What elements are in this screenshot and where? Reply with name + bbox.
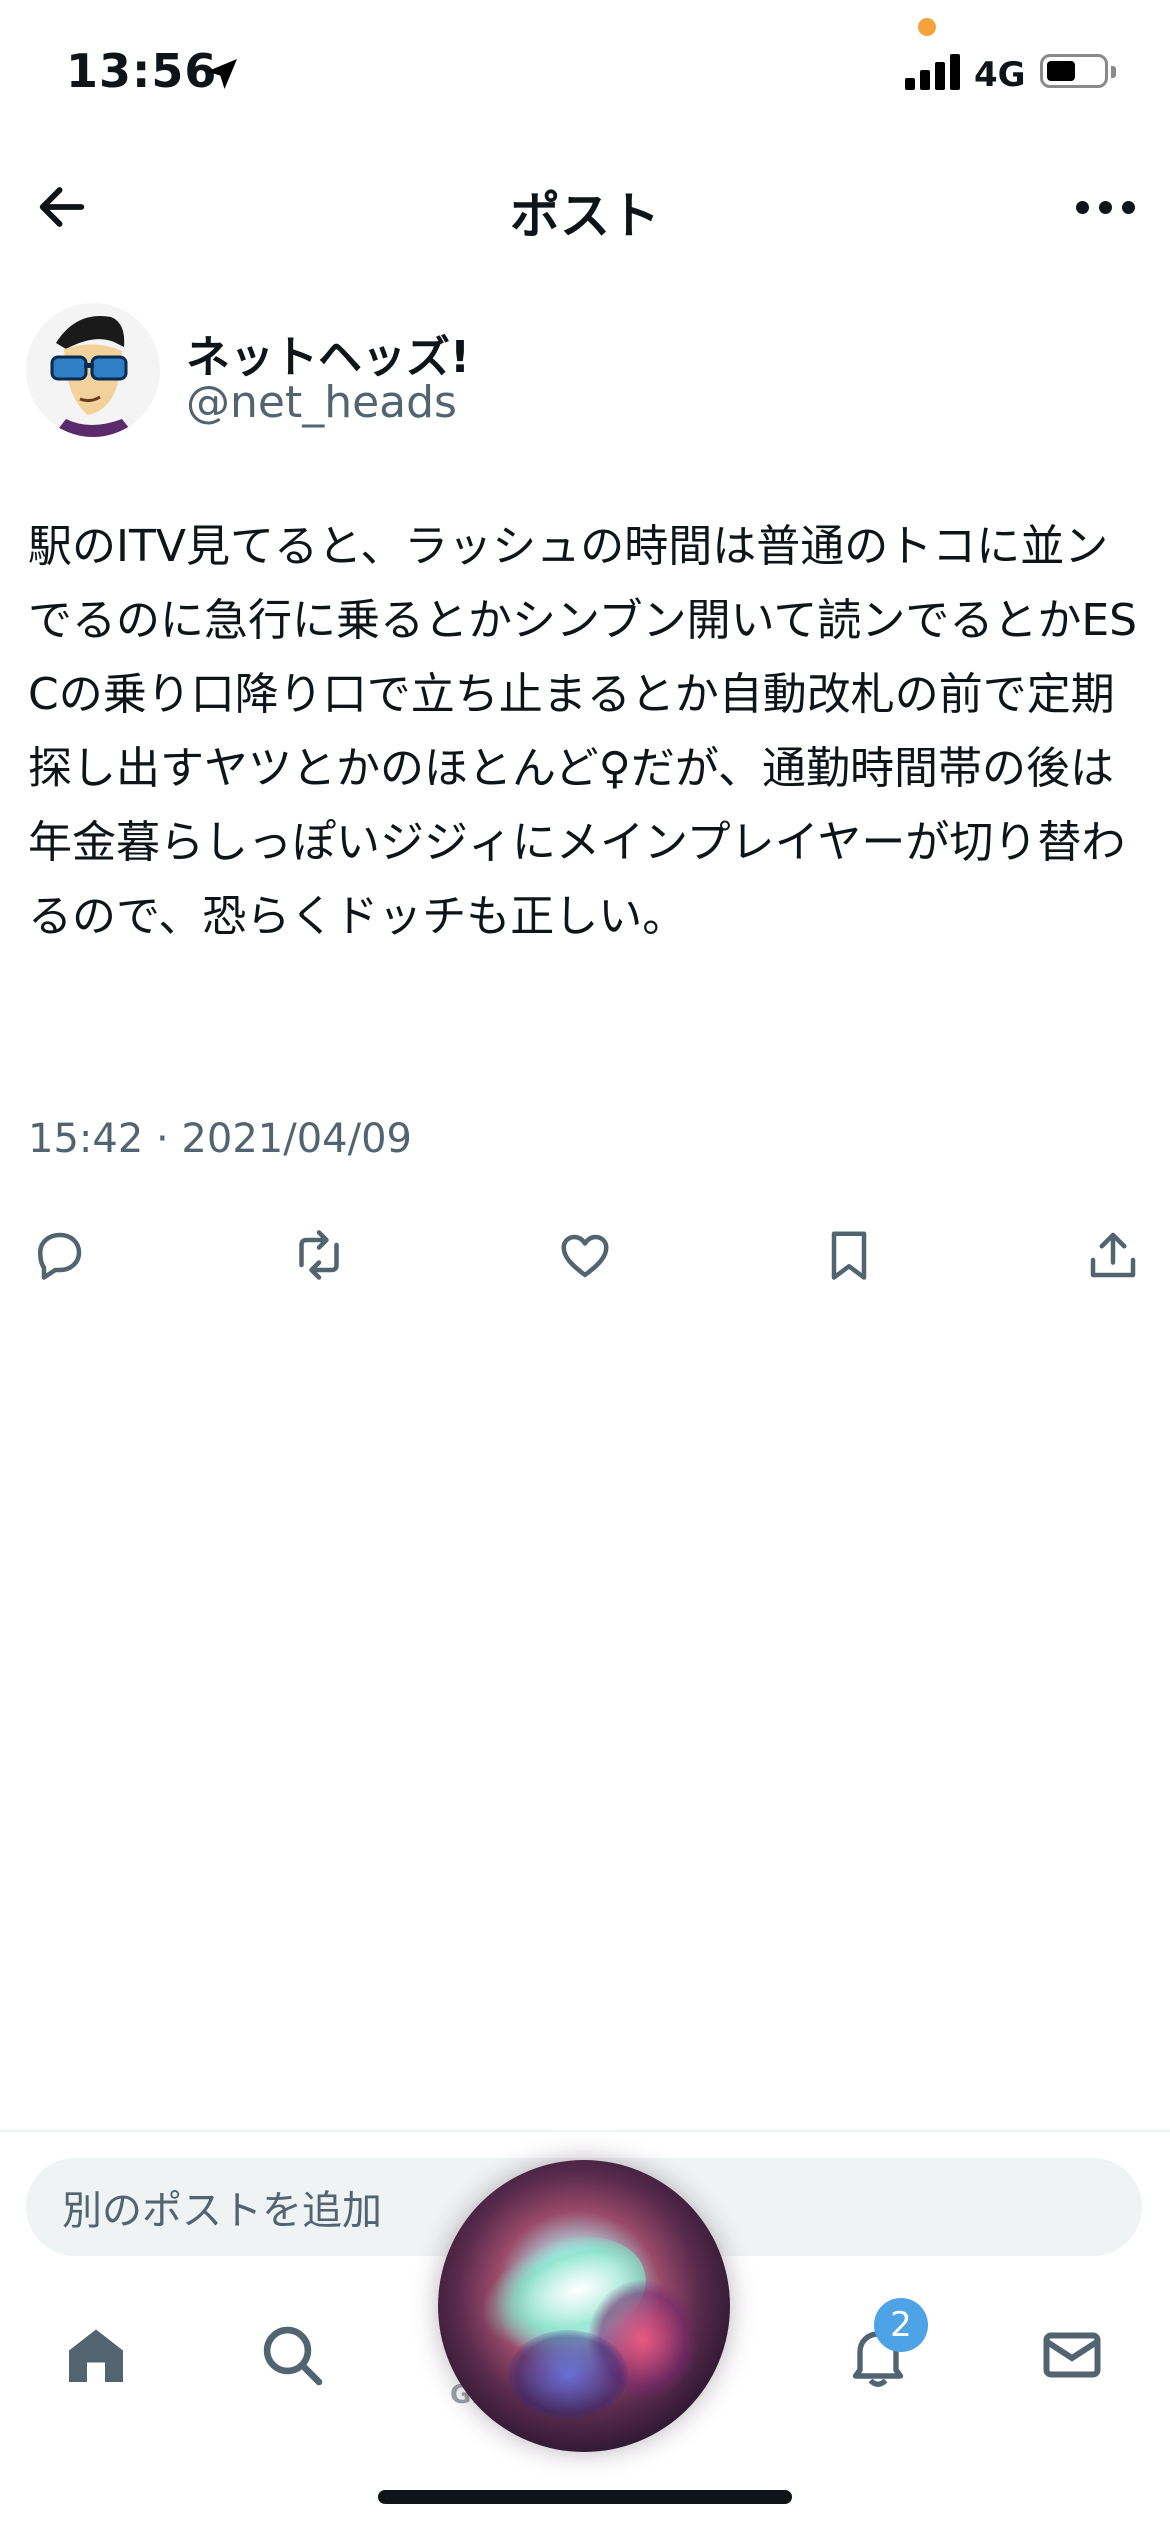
cellular-signal-icon	[905, 52, 961, 90]
post-actions	[0, 1210, 1170, 1300]
post-author: ネットヘッズ! @net_heads	[26, 303, 1146, 443]
search-icon	[263, 2326, 323, 2386]
home-indicator[interactable]	[378, 2490, 792, 2504]
repost-button[interactable]	[274, 1210, 364, 1300]
tab-notifications[interactable]: 2	[818, 2290, 938, 2420]
mail-icon	[1043, 2332, 1101, 2378]
bookmark-button[interactable]	[804, 1210, 894, 1300]
more-dot-icon	[1098, 200, 1112, 214]
notification-badge: 2	[874, 2298, 928, 2352]
tab-messages[interactable]	[1012, 2290, 1132, 2420]
like-button[interactable]	[540, 1210, 630, 1300]
post-timestamp: 15:42 · 2021/04/09	[28, 1116, 412, 1162]
share-icon	[1090, 1232, 1136, 1278]
more-dot-icon	[1121, 200, 1135, 214]
location-arrow-icon	[207, 59, 237, 89]
status-time: 13:56	[66, 44, 218, 98]
avatar[interactable]	[26, 303, 160, 437]
reply-button[interactable]	[14, 1210, 104, 1300]
battery-icon	[1040, 54, 1116, 88]
repost-icon	[299, 1230, 339, 1280]
add-post-placeholder: 別のポストを追加	[62, 2188, 382, 2234]
post-text: 駅のITV見てると、ラッシュの時間は普通のトコに並ンでるのに急行に乗るとかシンブ…	[28, 521, 1138, 942]
tab-home[interactable]	[36, 2290, 156, 2420]
author-display-name[interactable]: ネットヘッズ!	[186, 321, 470, 385]
author-handle[interactable]: @net_heads	[186, 377, 457, 428]
bookmark-icon	[831, 1231, 867, 1280]
heart-icon	[561, 1234, 609, 1278]
more-options-button[interactable]	[1060, 172, 1150, 242]
top-nav: ポスト	[0, 160, 1170, 250]
siri-orb[interactable]	[438, 2160, 730, 2452]
avatar-illustration-icon	[50, 316, 136, 437]
home-icon	[69, 2329, 123, 2382]
reply-icon	[38, 1232, 82, 1280]
more-dot-icon	[1075, 200, 1089, 214]
share-button[interactable]	[1068, 1210, 1158, 1300]
status-bar: 13:56 4G	[0, 0, 1170, 150]
privacy-indicator-dot	[918, 18, 936, 36]
compose-divider	[0, 2130, 1170, 2132]
tab-search[interactable]	[232, 2290, 352, 2420]
page-title: ポスト	[510, 187, 660, 245]
network-type: 4G	[974, 55, 1026, 95]
